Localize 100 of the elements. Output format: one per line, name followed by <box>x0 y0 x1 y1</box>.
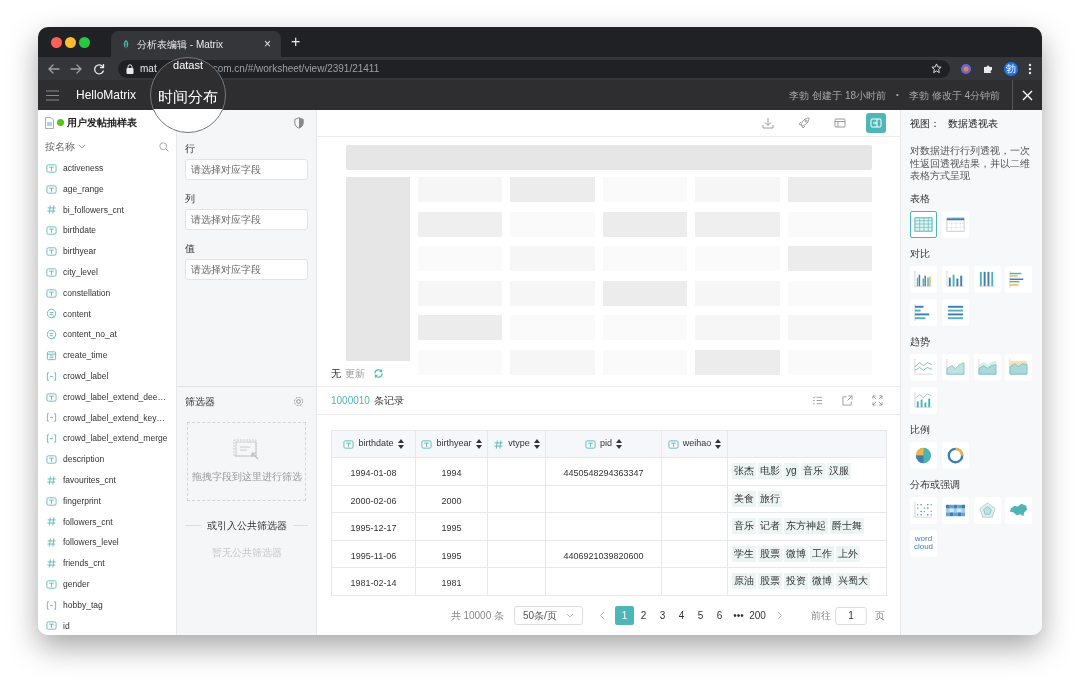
record-count-label: 条记录 <box>373 394 404 408</box>
field-slot-input[interactable]: 请选择对应字段 <box>185 159 308 180</box>
gear-icon[interactable] <box>293 395 304 407</box>
page-button[interactable]: 200 <box>748 606 767 625</box>
tag: 张杰 <box>732 463 756 480</box>
table-cell: 2000 <box>441 495 462 506</box>
field-item[interactable]: activeness <box>38 158 176 179</box>
drop-hint: 拖拽字段到这里进行筛选 <box>191 470 302 484</box>
column-header[interactable]: vtype <box>487 430 546 458</box>
profile-avatar[interactable]: 勃 <box>1004 61 1018 76</box>
field-item[interactable]: fingerprint <box>38 490 176 512</box>
section-title: 比例 <box>910 422 931 437</box>
kebab-menu-icon[interactable] <box>1028 62 1032 75</box>
document-icon <box>45 116 54 129</box>
refresh-icon[interactable] <box>373 368 384 379</box>
search-icon[interactable] <box>159 141 169 152</box>
field-item[interactable]: description <box>38 449 176 470</box>
page-button[interactable]: 6 <box>710 606 729 625</box>
field-item[interactable]: hobby_tag <box>38 594 176 616</box>
page-button[interactable]: 5 <box>691 606 710 625</box>
new-tab-button[interactable]: + <box>291 34 301 50</box>
chart-type-option[interactable]: word cloud <box>910 529 937 557</box>
column-header[interactable]: birthdate <box>331 430 416 458</box>
page-button[interactable]: 3 <box>653 606 672 625</box>
field-item[interactable]: city_level <box>38 262 176 283</box>
field-item[interactable]: gender <box>38 573 176 595</box>
checklist-icon[interactable] <box>812 395 823 406</box>
star-icon[interactable] <box>931 63 942 74</box>
field-item[interactable]: followers_cnt <box>38 511 176 533</box>
tag: 汉服 <box>826 463 851 480</box>
area-chart-icon <box>1008 356 1030 378</box>
table-cell: 1994 <box>441 468 462 479</box>
field-item[interactable]: birthyear <box>38 241 176 262</box>
sort-icon <box>715 439 722 449</box>
hash-icon <box>493 438 505 450</box>
field-item[interactable]: constellation <box>38 282 176 304</box>
column-header[interactable]: pid <box>545 430 662 458</box>
field-item[interactable]: content_no_at <box>38 324 176 346</box>
toolbar-button[interactable] <box>866 113 886 133</box>
sort-dropdown[interactable]: 按名称 <box>45 139 86 154</box>
slot-label: 值 <box>185 242 196 256</box>
view-label: 视图： <box>910 117 940 131</box>
page-button[interactable]: ••• <box>729 606 748 625</box>
field-item[interactable]: bi_followers_cnt <box>38 199 176 221</box>
view-description: 对数据进行行列透视，一次性返回透视结果，并以二维表格方式呈现 <box>910 145 1031 183</box>
field-item[interactable]: create_time <box>38 345 176 366</box>
field-item[interactable]: favourites_cnt <box>38 469 176 491</box>
chart-type-option[interactable] <box>910 210 937 238</box>
fullscreen-icon[interactable] <box>872 395 883 406</box>
page-button[interactable]: 2 <box>634 606 653 625</box>
extension-icon[interactable] <box>960 62 972 75</box>
area-chart-icon <box>944 356 966 378</box>
tag: 音乐 <box>732 518 756 535</box>
panel-icon <box>870 117 882 129</box>
menu-icon[interactable] <box>46 89 59 101</box>
browser-tab[interactable]: 分析表编辑 - Matrix × <box>111 31 281 57</box>
field-item[interactable]: friends_cnt <box>38 553 176 574</box>
field-slot-input[interactable]: 请选择对应字段 <box>185 209 308 230</box>
hash-icon <box>46 204 57 216</box>
chevron-right-icon[interactable] <box>777 611 783 620</box>
chevron-left-icon[interactable] <box>599 611 605 620</box>
string-type-icon <box>46 183 57 195</box>
field-item[interactable]: crowd_label_extend_merge <box>38 428 176 450</box>
field-item[interactable]: id <box>38 615 176 635</box>
hash-icon <box>46 516 57 528</box>
external-link-icon[interactable] <box>842 395 853 406</box>
field-slot-input[interactable]: 请选择对应字段 <box>185 259 308 280</box>
reload-icon[interactable] <box>93 62 105 75</box>
page-jump-input[interactable]: 1 <box>835 606 867 625</box>
field-drag-icon <box>232 439 261 461</box>
field-item[interactable]: birthdate <box>38 220 176 242</box>
field-item[interactable]: crowd_label_extend_dee… <box>38 386 176 408</box>
line-chart-icon <box>913 356 934 378</box>
forward-icon[interactable] <box>70 62 83 75</box>
circle-type-icon <box>46 329 57 341</box>
update-status: 无 <box>331 367 341 381</box>
chevron-down-icon <box>78 144 86 149</box>
field-item[interactable]: age_range <box>38 178 176 200</box>
shield-icon[interactable] <box>294 116 304 129</box>
table-cell: 1995-12-17 <box>350 523 397 534</box>
column-header[interactable]: weihao <box>661 430 728 458</box>
slot-label: 行 <box>185 142 196 156</box>
string-type-icon <box>46 287 57 299</box>
back-icon[interactable] <box>47 62 60 75</box>
tag: 美食 <box>732 490 756 507</box>
field-item[interactable]: content <box>38 303 176 325</box>
table-name: 用户发帖抽样表 <box>67 116 137 130</box>
table-cell: 1995 <box>441 550 462 561</box>
tab-close-button[interactable]: × <box>264 38 271 50</box>
field-item[interactable]: followers_level <box>38 532 176 554</box>
field-item[interactable]: crowd_label_extend_key… <box>38 407 176 429</box>
leaf-icon <box>121 38 131 50</box>
total-count: 共 10000 条 <box>450 609 504 623</box>
column-header[interactable]: birthyear <box>415 430 488 458</box>
field-item[interactable]: crowd_label <box>38 365 176 387</box>
tag: 投资 <box>784 573 808 590</box>
page-button[interactable]: 4 <box>672 606 691 625</box>
page-size-select[interactable]: 50条/页 <box>514 606 583 625</box>
modified-info: 李勃 修改于 4分钟前 <box>908 88 1000 103</box>
brackets-icon <box>46 412 57 424</box>
